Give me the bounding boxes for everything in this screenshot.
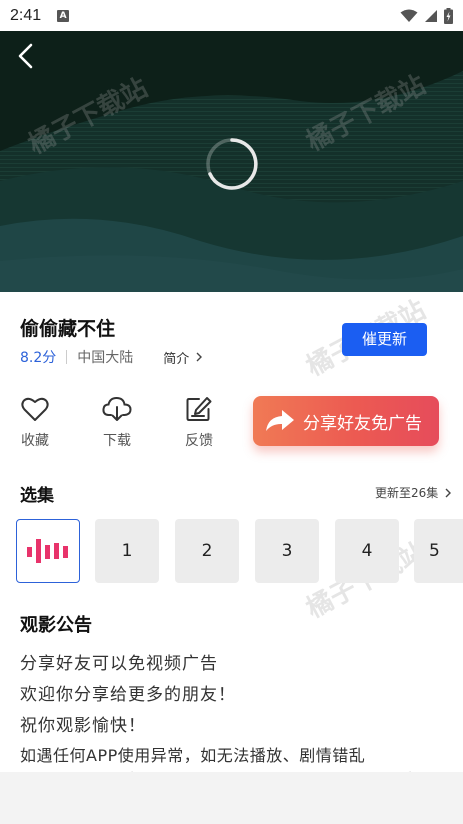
download-label: 下载 (103, 433, 131, 449)
intro-label: 简介 (163, 351, 190, 367)
show-title: 偷偷藏不住 (20, 318, 116, 340)
episode-item[interactable]: 3 (255, 519, 319, 583)
accessibility-notification-icon: A (57, 9, 70, 22)
update-info: 更新至26集 (375, 486, 439, 500)
episode-now-playing[interactable] (16, 519, 80, 583)
divider (66, 350, 68, 364)
episode-item[interactable]: 2 (175, 519, 239, 583)
notice-line: 如遇任何APP使用异常，如无法播放、剧情错乱 (20, 746, 366, 765)
favorite-button[interactable]: 收藏 (15, 396, 55, 450)
episode-item[interactable]: 1 (95, 519, 159, 583)
page: 2:41 A 橘子下载站 橘子下载站 偷偷藏不住 8.2分 中国大陆 简介 催更… (0, 0, 463, 824)
favorite-label: 收藏 (21, 433, 49, 449)
status-bar: 2:41 A (0, 0, 463, 31)
chevron-right-icon (445, 488, 452, 497)
episode-item[interactable]: 4 (335, 519, 399, 583)
urge-update-button[interactable]: 催更新 (342, 323, 427, 356)
episodes-title: 选集 (20, 486, 54, 506)
intro-link[interactable]: 简介 (163, 348, 205, 367)
video-player[interactable]: 橘子下载站 橘子下载站 (0, 31, 463, 292)
notice-title: 观影公告 (20, 615, 92, 636)
show-meta: 8.2分 中国大陆 简介 (20, 347, 205, 367)
cloud-download-icon (102, 396, 132, 421)
edit-icon (186, 397, 212, 421)
notice-line: 祝你观影愉快！ (20, 716, 146, 736)
playing-bars-icon (27, 539, 68, 563)
bottom-panel (0, 772, 463, 824)
feedback-button[interactable]: 反馈 (179, 396, 219, 450)
feedback-label: 反馈 (185, 433, 213, 449)
back-arrow-icon[interactable] (12, 41, 42, 71)
score: 8.2分 (20, 350, 57, 366)
status-time: 2:41 (10, 6, 42, 24)
share-arrow-icon (266, 410, 294, 431)
share-label: 分享好友免广告 (303, 413, 422, 434)
status-icons (400, 7, 453, 24)
wifi-icon (400, 9, 418, 22)
episode-item[interactable]: 5 (414, 519, 463, 583)
loading-spinner-icon (206, 138, 258, 190)
notice-line: 分享好友可以免视频广告 (20, 654, 218, 674)
share-friends-button[interactable]: 分享好友免广告 (253, 396, 439, 446)
notice-line: 欢迎你分享给更多的朋友！ (20, 685, 236, 705)
region: 中国大陆 (77, 350, 134, 366)
signal-icon (425, 9, 437, 22)
heart-icon (21, 397, 49, 421)
chevron-right-icon (196, 352, 203, 362)
battery-icon (444, 7, 453, 24)
download-button[interactable]: 下载 (97, 396, 137, 450)
episodes-more-link[interactable]: 更新至26集 (375, 484, 454, 501)
